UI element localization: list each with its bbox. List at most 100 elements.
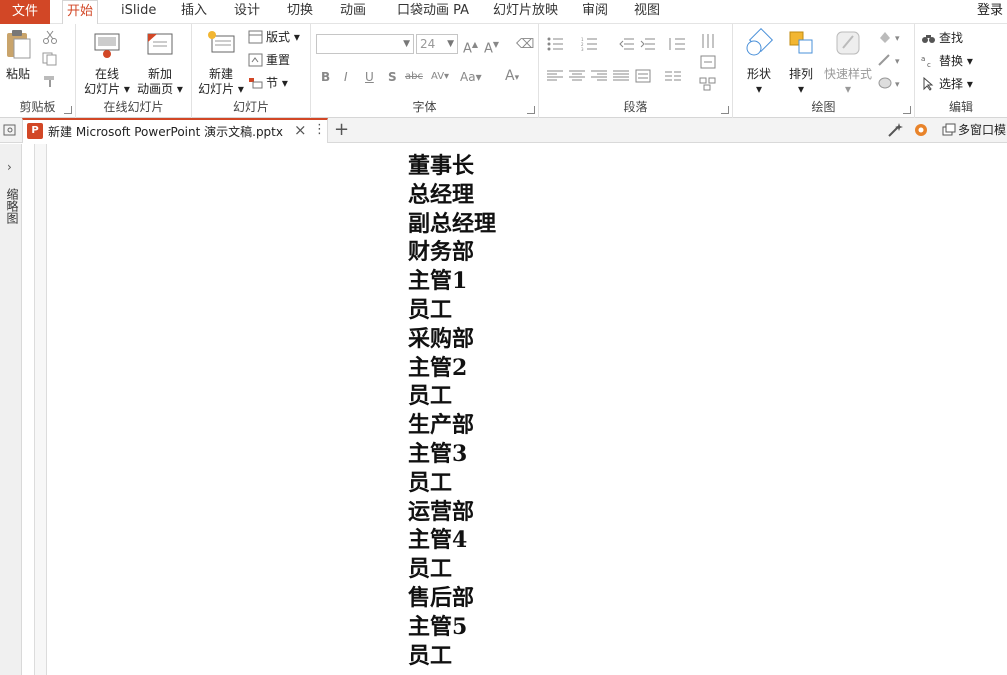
login-link[interactable]: 登录: [977, 0, 1003, 22]
layout-button[interactable]: 版式 ▾: [248, 28, 300, 46]
settings-gear-icon[interactable]: [912, 121, 930, 139]
tab-animations[interactable]: 动画: [336, 0, 370, 24]
outline-view[interactable]: 董事长 总经理 副总经理 财务部 主管1 员工 采购部 主管2 员工 生产部 主…: [408, 152, 496, 670]
quick-styles-button[interactable]: 快速样式 ▾: [821, 28, 875, 97]
replace-button[interactable]: a c 替换 ▾: [921, 52, 973, 70]
outline-item[interactable]: 财务部: [408, 238, 496, 267]
online-slides-button[interactable]: 在线 幻灯片 ▾: [82, 28, 132, 97]
tab-islide[interactable]: iSlide: [117, 0, 160, 24]
font-color-button[interactable]: A▾: [505, 68, 519, 86]
tab-design[interactable]: 设计: [230, 0, 264, 24]
font-name-combo[interactable]: ▼: [316, 34, 414, 54]
align-right-icon[interactable]: [591, 70, 607, 82]
tab-pocket-animation[interactable]: 口袋动画 PA: [393, 0, 473, 24]
tab-insert[interactable]: 插入: [177, 0, 211, 24]
outline-item[interactable]: 员工: [408, 382, 496, 411]
align-center-icon[interactable]: [569, 70, 585, 82]
new-animation-page-icon: [147, 33, 173, 55]
format-painter-icon[interactable]: [42, 74, 58, 88]
outline-item[interactable]: 主管1: [408, 267, 496, 296]
new-animation-page-button[interactable]: 新加 动画页 ▾: [134, 28, 186, 97]
find-button[interactable]: 查找: [921, 29, 963, 47]
char-spacing-button[interactable]: AV▾: [431, 69, 449, 85]
reset-button[interactable]: 重置: [248, 51, 290, 69]
outline-item[interactable]: 员工: [408, 555, 496, 584]
shape-effects-icon[interactable]: ▾: [877, 76, 907, 90]
copy-icon[interactable]: [42, 52, 58, 66]
expand-chevron-icon[interactable]: ›: [7, 160, 12, 174]
clear-format-icon[interactable]: ⌫: [516, 37, 534, 53]
text-direction-icon[interactable]: [699, 32, 719, 52]
outline-item[interactable]: 主管2: [408, 354, 496, 383]
outline-item[interactable]: 总经理: [408, 181, 496, 210]
svg-text:▾: ▾: [895, 34, 900, 44]
outline-item[interactable]: 副总经理: [408, 210, 496, 239]
outline-item[interactable]: 员工: [408, 642, 496, 671]
tab-review[interactable]: 审阅: [578, 0, 612, 24]
font-launcher[interactable]: [527, 106, 535, 114]
paragraph-group: 123 段落: [539, 24, 733, 118]
strikethrough-button[interactable]: abc: [405, 69, 423, 85]
shape-button[interactable]: 形状 ▾: [739, 27, 779, 97]
shrink-font-button[interactable]: A▼: [484, 37, 499, 57]
align-left-icon[interactable]: [547, 70, 563, 82]
drawing-group-label: 绘图: [811, 100, 836, 114]
shape-fill-icon[interactable]: ▾: [877, 30, 907, 44]
outline-item[interactable]: 生产部: [408, 411, 496, 440]
font-size-combo[interactable]: 24 ▼: [416, 34, 458, 54]
online-slides-group-label: 在线幻灯片: [103, 100, 164, 114]
outline-item[interactable]: 主管5: [408, 613, 496, 642]
select-button[interactable]: 选择 ▾: [921, 75, 973, 93]
distributed-icon[interactable]: [635, 69, 651, 83]
cut-icon[interactable]: [42, 30, 58, 44]
clipboard-launcher[interactable]: [64, 106, 72, 114]
tab-home[interactable]: 开始: [62, 0, 99, 25]
new-slide-button[interactable]: 新建 幻灯片 ▾: [196, 28, 246, 97]
outline-item[interactable]: 主管4: [408, 526, 496, 555]
shape-outline-icon[interactable]: ▾: [877, 53, 907, 67]
new-tab-icon[interactable]: +: [334, 119, 349, 140]
italic-button[interactable]: I: [344, 69, 348, 85]
outline-item[interactable]: 董事长: [408, 152, 496, 181]
file-tab[interactable]: 文件: [0, 0, 50, 24]
paragraph-launcher[interactable]: [721, 106, 729, 114]
new-slide-label-2: 幻灯片 ▾: [198, 82, 244, 96]
outline-item[interactable]: 售后部: [408, 584, 496, 613]
outline-item[interactable]: 员工: [408, 296, 496, 325]
restore-pane-icon[interactable]: [1, 121, 19, 139]
outline-item[interactable]: 采购部: [408, 325, 496, 354]
tab-view[interactable]: 视图: [630, 0, 664, 24]
section-button[interactable]: 节 ▾: [248, 74, 288, 92]
underline-button[interactable]: U: [365, 69, 374, 85]
justify-icon[interactable]: [613, 70, 629, 82]
document-tab[interactable]: P 新建 Microsoft PowerPoint 演示文稿.pptx × ⋮: [22, 118, 328, 143]
tab-slideshow[interactable]: 幻灯片放映: [489, 0, 562, 24]
outline-item[interactable]: 主管3: [408, 440, 496, 469]
magic-tool-icon[interactable]: [886, 121, 904, 139]
align-text-icon[interactable]: [699, 54, 719, 70]
multi-window-button[interactable]: 多窗口模: [942, 121, 1006, 138]
grow-font-button[interactable]: A▲: [463, 37, 478, 57]
numbering-icon[interactable]: 123: [581, 37, 603, 51]
close-tab-icon[interactable]: ×: [294, 121, 307, 139]
paste-label: 粘贴: [5, 67, 30, 81]
paste-button[interactable]: 粘贴: [3, 28, 33, 82]
columns-icon[interactable]: [665, 70, 687, 82]
change-case-button[interactable]: Aa▾: [460, 69, 482, 85]
tab-transitions[interactable]: 切换: [283, 0, 317, 24]
decrease-indent-icon[interactable]: [619, 37, 635, 51]
select-cursor-icon: [923, 77, 934, 91]
shadow-button[interactable]: S: [388, 69, 397, 85]
arrange-button[interactable]: 排列 ▾: [781, 28, 821, 97]
increase-indent-icon[interactable]: [640, 37, 656, 51]
outline-item[interactable]: 运营部: [408, 498, 496, 527]
drawing-launcher[interactable]: [903, 106, 911, 114]
smartart-icon[interactable]: [699, 76, 719, 92]
tab-menu-icon[interactable]: ⋮: [313, 122, 326, 137]
thumbnail-panel[interactable]: › 缩略图: [0, 144, 22, 675]
line-spacing-icon[interactable]: [667, 37, 689, 51]
outline-item[interactable]: 员工: [408, 469, 496, 498]
multi-window-icon: [942, 123, 956, 136]
bullets-icon[interactable]: [547, 37, 569, 51]
bold-button[interactable]: B: [321, 69, 330, 85]
